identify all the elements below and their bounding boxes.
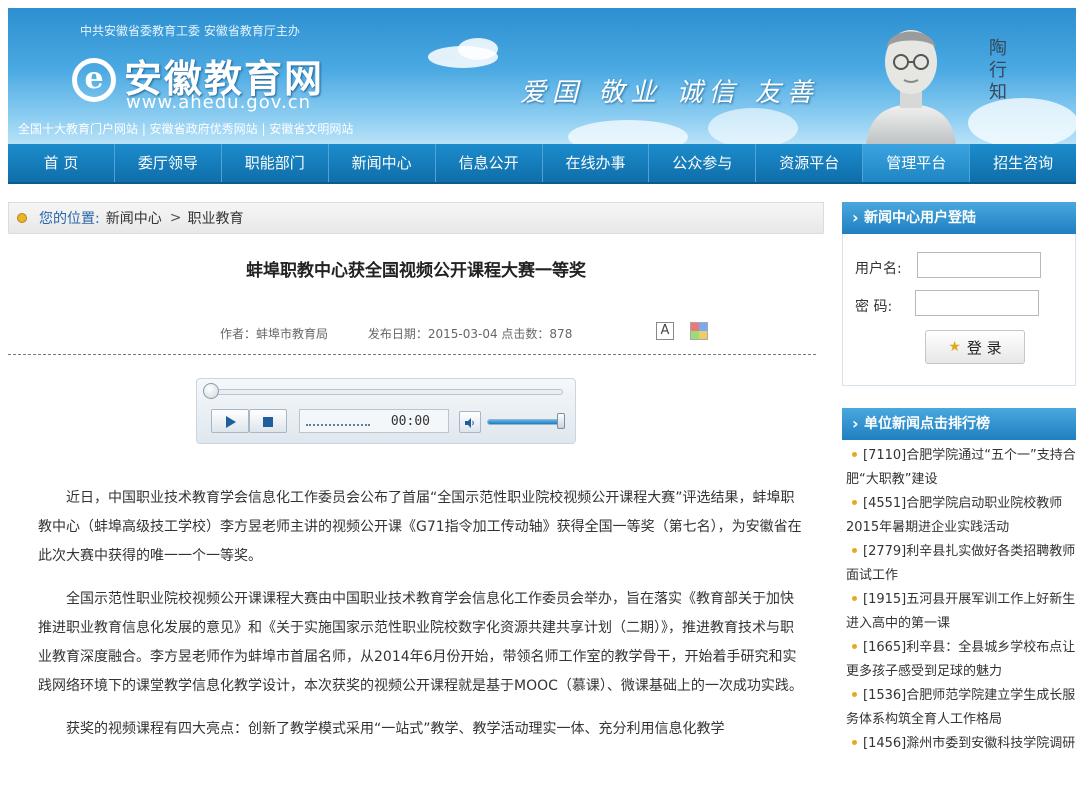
list-item[interactable]: [1536]合肥师范学院建立学生成长服务体系构筑全育人工作格局 <box>842 684 1076 732</box>
breadcrumb: 您的位置: 新闻中心 > 职业教育 <box>8 202 824 234</box>
list-item[interactable]: [4551]合肥学院启动职业院校教师2015年暑期进企业实践活动 <box>842 492 1076 540</box>
play-icon <box>226 416 236 428</box>
site-url: www.ahedu.gov.cn <box>126 92 312 113</box>
article-divider <box>8 354 816 355</box>
color-theme-icon[interactable] <box>690 322 708 340</box>
article-paragraph: 全国示范性职业院校视频公开课课程大赛由中国职业技术教育学会信息化工作委员会举办，… <box>38 591 803 694</box>
seek-bar[interactable] <box>211 389 563 395</box>
cloud-decoration <box>968 98 1076 144</box>
login-panel: 用户名: 密 码: ★ 登 录 <box>842 234 1076 386</box>
font-size-icon[interactable]: A <box>656 322 674 340</box>
stop-button[interactable] <box>249 409 287 433</box>
list-item[interactable]: [1665]利辛县：全县城乡学校布点让更多孩子感受到足球的魅力 <box>842 636 1076 684</box>
ranking-link[interactable]: [1536]合肥师范学院建立学生成长服务体系构筑全育人工作格局 <box>846 688 1075 727</box>
mute-button[interactable] <box>459 411 481 433</box>
buffer-indicator <box>306 424 370 426</box>
ranking-link[interactable]: [7110]合肥学院通过“五个一”支持合肥“大职教”建设 <box>846 448 1076 487</box>
article-meta: 作者：蚌埠市教育局 发布日期：2015-03-04 点击数：878 <box>220 325 572 342</box>
password-input[interactable] <box>915 290 1039 316</box>
volume-slider[interactable] <box>487 419 563 425</box>
login-button[interactable]: ★ 登 录 <box>925 330 1025 364</box>
cloud-decoration <box>568 120 688 144</box>
time-display: 00:00 <box>299 409 449 433</box>
breadcrumb-vocational-education[interactable]: 职业教育 <box>187 208 243 228</box>
nav-item-3[interactable]: 新闻中心 <box>329 144 436 182</box>
audio-player: 00:00 <box>196 378 576 444</box>
stop-icon <box>263 417 273 427</box>
ranking-link[interactable]: [4551]合肥学院启动职业院校教师2015年暑期进企业实践活动 <box>846 496 1062 535</box>
speaker-icon <box>465 418 474 428</box>
sponsor-text: 中共安徽省委教育工委 安徽省教育厅主办 <box>80 24 300 38</box>
ranking-link[interactable]: [1665]利辛县：全县城乡学校布点让更多孩子感受到足球的魅力 <box>846 640 1075 679</box>
password-label: 密 码: <box>855 299 893 315</box>
ranking-link[interactable]: [1456]滁州市委到安徽科技学院调研 <box>863 736 1075 751</box>
site-honors: 全国十大教育门户网站 | 安徽省政府优秀网站 | 安徽省文明网站 <box>18 122 354 136</box>
ranking-link[interactable]: [2779]利辛县扎实做好各类招聘教师面试工作 <box>846 544 1075 583</box>
nav-item-0[interactable]: 首 页 <box>8 144 115 182</box>
cloud-decoration <box>458 38 498 60</box>
seek-knob[interactable] <box>203 383 219 399</box>
site-header: 中共安徽省委教育工委 安徽省教育厅主办 e 安徽教育网 www.ahedu.go… <box>8 8 1076 144</box>
breadcrumb-separator: > <box>169 210 182 226</box>
main-nav: 首 页委厅领导 职能部门 新闻中心 信息公开 在线办事 公众参与 资源平台 管理平台 招生咨询 <box>8 144 1076 184</box>
list-item[interactable]: [7110]合肥学院通过“五个一”支持合肥“大职教”建设 <box>842 444 1076 492</box>
username-label: 用户名: <box>855 261 902 277</box>
star-icon: ★ <box>948 339 961 355</box>
slogan: 爱国 敬业 诚信 友善 <box>520 78 819 108</box>
volume-knob[interactable] <box>557 413 565 429</box>
nav-item-6[interactable]: 公众参与 <box>649 144 757 182</box>
location-dot-icon <box>17 213 27 223</box>
article-author: 作者：蚌埠市教育局 <box>220 327 329 341</box>
volume-fill <box>488 420 562 424</box>
bust-portrait-icon <box>866 30 956 144</box>
bullet-icon <box>852 596 857 601</box>
logo-e-icon: e <box>72 58 116 102</box>
article-paragraph: 近日，中国职业技术教育学会信息化工作委员会公布了首届“全国示范性职业院校视频公开… <box>38 490 802 564</box>
nav-item-5[interactable]: 在线办事 <box>543 144 650 182</box>
nav-item-7[interactable]: 资源平台 <box>756 144 864 182</box>
ranking-link[interactable]: [1915]五河县开展军训工作上好新生进入高中的第一课 <box>846 592 1075 631</box>
article-date: 发布日期：2015-03-04 <box>367 327 498 341</box>
username-input[interactable] <box>917 252 1041 278</box>
nav-item-8[interactable]: 管理平台 <box>863 144 971 182</box>
nav-item-9[interactable]: 招生咨询 <box>970 144 1076 182</box>
bullet-icon <box>852 500 857 505</box>
article-title: 蚌埠职教中心获全国视频公开课程大赛一等奖 <box>246 261 586 281</box>
bullet-icon <box>852 452 857 457</box>
nav-item-4[interactable]: 信息公开 <box>436 144 543 182</box>
play-button[interactable] <box>211 409 249 433</box>
list-item[interactable]: [1456]滁州市委到安徽科技学院调研 <box>842 732 1076 756</box>
cloud-decoration <box>708 108 798 144</box>
time-text: 00:00 <box>390 414 430 429</box>
article-hits: 点击数：878 <box>501 327 573 341</box>
bust-name: 陶行知 <box>989 38 1007 103</box>
ranking-panel-title: 单位新闻点击排行榜 <box>842 408 1076 440</box>
login-button-label: 登 录 <box>966 338 1002 357</box>
breadcrumb-news-center[interactable]: 新闻中心 <box>106 208 162 228</box>
ranking-list: [7110]合肥学院通过“五个一”支持合肥“大职教”建设 [4551]合肥学院启动… <box>842 444 1076 756</box>
list-item[interactable]: [1915]五河县开展军训工作上好新生进入高中的第一课 <box>842 588 1076 636</box>
article-body: 近日，中国职业技术教育学会信息化工作委员会公布了首届“全国示范性职业院校视频公开… <box>38 484 806 758</box>
list-item[interactable]: [2779]利辛县扎实做好各类招聘教师面试工作 <box>842 540 1076 588</box>
nav-item-2[interactable]: 职能部门 <box>222 144 329 182</box>
breadcrumb-label: 您的位置: <box>39 211 100 227</box>
login-panel-title: 新闻中心用户登陆 <box>842 202 1076 234</box>
bullet-icon <box>852 548 857 553</box>
bullet-icon <box>852 740 857 745</box>
article-paragraph: 获奖的视频课程有四大亮点：创新了教学模式采用“一站式”教学、教学活动理实一体、充… <box>66 721 725 737</box>
bullet-icon <box>852 644 857 649</box>
bullet-icon <box>852 692 857 697</box>
nav-item-1[interactable]: 委厅领导 <box>115 144 222 182</box>
